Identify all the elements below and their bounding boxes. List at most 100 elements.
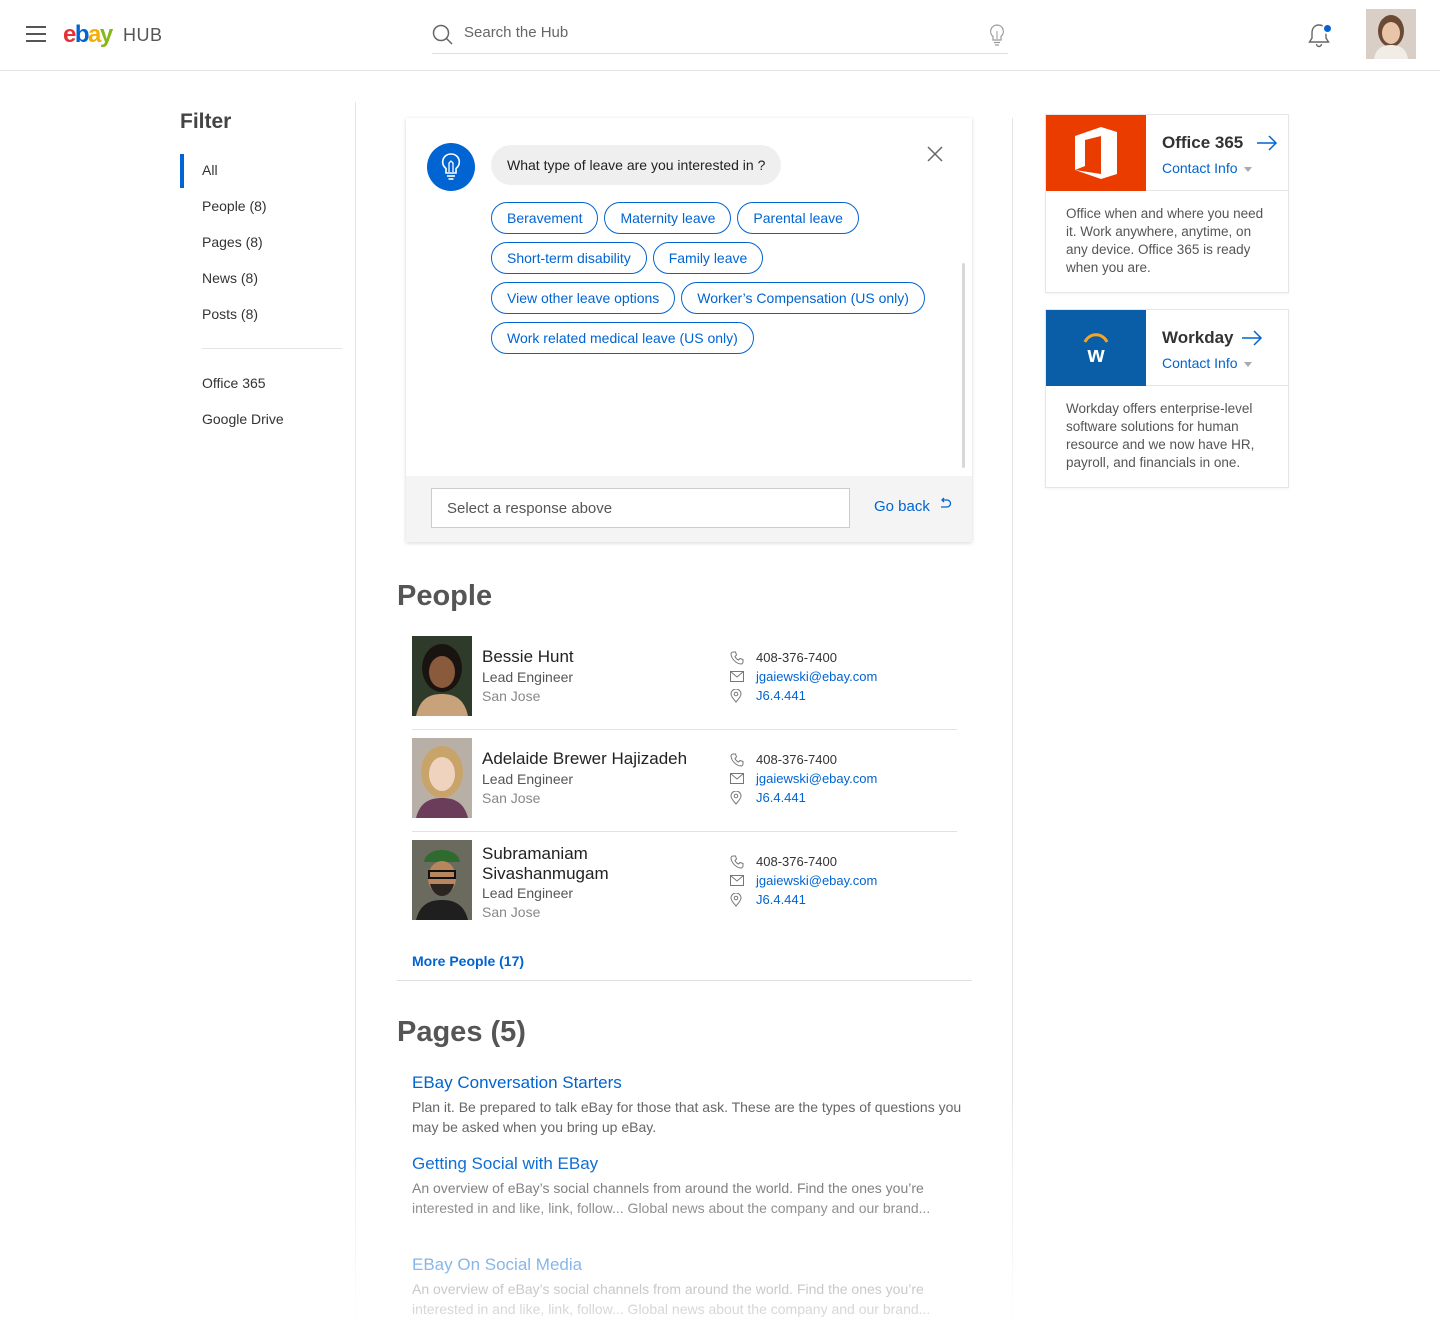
svg-text:w: w <box>1086 342 1105 367</box>
chip-short-term-disability[interactable]: Short-term disability <box>491 242 647 274</box>
undo-icon <box>938 497 952 515</box>
chat-footer: Go back <box>406 476 972 542</box>
phone-icon <box>730 753 756 767</box>
location-pin-icon <box>730 892 756 907</box>
person-office[interactable]: J6.4.441 <box>756 790 806 805</box>
chip-family-leave[interactable]: Family leave <box>652 242 764 274</box>
person-email[interactable]: jgaiewski@ebay.com <box>756 669 877 684</box>
filter-divider <box>202 348 342 349</box>
person-row: Adelaide Brewer Hajizadeh Lead Engineer … <box>412 730 957 832</box>
go-back-button[interactable]: Go back <box>874 497 952 515</box>
person-name[interactable]: Adelaide Brewer Hajizadeh <box>482 749 712 769</box>
mail-icon <box>730 773 756 784</box>
chip-parental-leave[interactable]: Parental leave <box>737 202 859 234</box>
office-365-card: Office 365 Contact Info Office when and … <box>1045 114 1289 293</box>
chip-bereavement[interactable]: Beravement <box>491 202 599 234</box>
more-people-link[interactable]: More People (17) <box>412 953 524 969</box>
filter-pages[interactable]: Pages (8) <box>180 224 350 260</box>
assistant-question: What type of leave are you interested in… <box>491 145 782 185</box>
location-pin-icon <box>730 688 756 703</box>
leave-assistant-card: What type of leave are you interested in… <box>406 118 972 542</box>
lightbulb-icon[interactable] <box>988 23 1006 52</box>
person-office[interactable]: J6.4.441 <box>756 688 806 703</box>
app-description: Workday offers enterprise-level software… <box>1066 401 1255 470</box>
mail-icon <box>730 671 756 682</box>
person-name[interactable]: Bessie Hunt <box>482 647 712 667</box>
filter-news[interactable]: News (8) <box>180 260 350 296</box>
person-photo[interactable] <box>412 840 472 920</box>
page-result-title[interactable]: Getting Social with EBay <box>412 1154 977 1174</box>
person-phone: 408-376-7400 <box>756 650 837 665</box>
contact-info-dropdown[interactable]: Contact Info <box>1162 160 1252 176</box>
person-location: San Jose <box>482 904 541 920</box>
person-role: Lead Engineer <box>482 885 574 901</box>
app-description: Office when and where you need it. Work … <box>1066 206 1264 275</box>
person-photo[interactable] <box>412 738 472 818</box>
close-icon[interactable] <box>926 145 944 168</box>
app-name[interactable]: Office 365 <box>1162 133 1243 153</box>
person-photo[interactable] <box>412 636 472 716</box>
assistant-lightbulb-icon <box>427 143 475 191</box>
page-result-description: An overview of eBay’s social channels fr… <box>412 1281 931 1317</box>
chip-work-related-medical-leave[interactable]: Work related medical leave (US only) <box>491 322 754 354</box>
page-result-title[interactable]: EBay Conversation Starters <box>412 1073 977 1093</box>
person-location: San Jose <box>482 688 541 704</box>
arrow-right-icon[interactable] <box>1256 135 1278 156</box>
top-header: ebay HUB <box>0 0 1440 71</box>
chip-maternity-leave[interactable]: Maternity leave <box>604 202 732 234</box>
pages-section-title: Pages (5) <box>397 1016 526 1048</box>
mail-icon <box>730 875 756 886</box>
search-icon[interactable] <box>432 24 454 51</box>
workday-logo[interactable]: w <box>1046 310 1146 386</box>
person-role: Lead Engineer <box>482 771 574 787</box>
caret-down-icon <box>1243 166 1252 172</box>
chat-scrollbar[interactable] <box>962 263 965 468</box>
go-back-label: Go back <box>874 497 930 515</box>
ebay-logo[interactable]: ebay <box>63 20 113 50</box>
filter-all[interactable]: All <box>180 152 350 188</box>
filter-office-365[interactable]: Office 365 <box>180 365 350 401</box>
caret-down-icon <box>1243 361 1252 367</box>
people-section-title: People <box>397 580 493 612</box>
filter-list: All People (8) Pages (8) News (8) Posts … <box>180 152 350 437</box>
phone-icon <box>730 651 756 665</box>
sidebar-divider <box>355 102 356 1335</box>
page-result: EBay On Social Media An overview of eBay… <box>412 1255 977 1319</box>
filter-google-drive[interactable]: Google Drive <box>180 401 350 437</box>
filter-posts[interactable]: Posts (8) <box>180 296 350 332</box>
app-name[interactable]: Workday <box>1162 328 1234 348</box>
page-result-description: Plan it. Be prepared to talk eBay for th… <box>412 1099 962 1135</box>
contact-info-label: Contact Info <box>1162 160 1238 176</box>
menu-icon[interactable] <box>26 26 46 43</box>
person-row: Subramaniam Sivashanmugam Lead Engineer … <box>412 832 957 934</box>
person-phone: 408-376-7400 <box>756 854 837 869</box>
person-email[interactable]: jgaiewski@ebay.com <box>756 771 877 786</box>
leave-options: Beravement Maternity leave Parental leav… <box>491 202 951 362</box>
person-office[interactable]: J6.4.441 <box>756 892 806 907</box>
logo-hub-text: HUB <box>123 25 163 45</box>
arrow-right-icon[interactable] <box>1241 330 1263 351</box>
chip-workers-compensation[interactable]: Worker’s Compensation (US only) <box>681 282 925 314</box>
contact-info-dropdown[interactable]: Contact Info <box>1162 355 1252 371</box>
filter-title: Filter <box>180 110 232 133</box>
chip-view-other-leave-options[interactable]: View other leave options <box>491 282 676 314</box>
person-role: Lead Engineer <box>482 669 574 685</box>
page-result-title[interactable]: EBay On Social Media <box>412 1255 977 1275</box>
phone-icon <box>730 855 756 869</box>
person-phone: 408-376-7400 <box>756 752 837 767</box>
page-result: EBay Conversation Starters Plan it. Be p… <box>412 1073 977 1137</box>
location-pin-icon <box>730 790 756 805</box>
contact-info-label: Contact Info <box>1162 355 1238 371</box>
person-email[interactable]: jgaiewski@ebay.com <box>756 873 877 888</box>
search-bar <box>432 18 1008 54</box>
office-365-logo[interactable] <box>1046 115 1146 191</box>
notification-dot <box>1322 23 1333 34</box>
person-name[interactable]: Subramaniam Sivashanmugam <box>482 844 712 884</box>
search-input[interactable] <box>464 24 964 41</box>
right-column-divider <box>1012 118 1013 1335</box>
person-row: Bessie Hunt Lead Engineer San Jose 408-3… <box>412 628 957 730</box>
response-input[interactable] <box>431 488 850 528</box>
page-result: Getting Social with EBay An overview of … <box>412 1154 977 1218</box>
user-avatar[interactable] <box>1366 9 1416 59</box>
filter-people[interactable]: People (8) <box>180 188 350 224</box>
